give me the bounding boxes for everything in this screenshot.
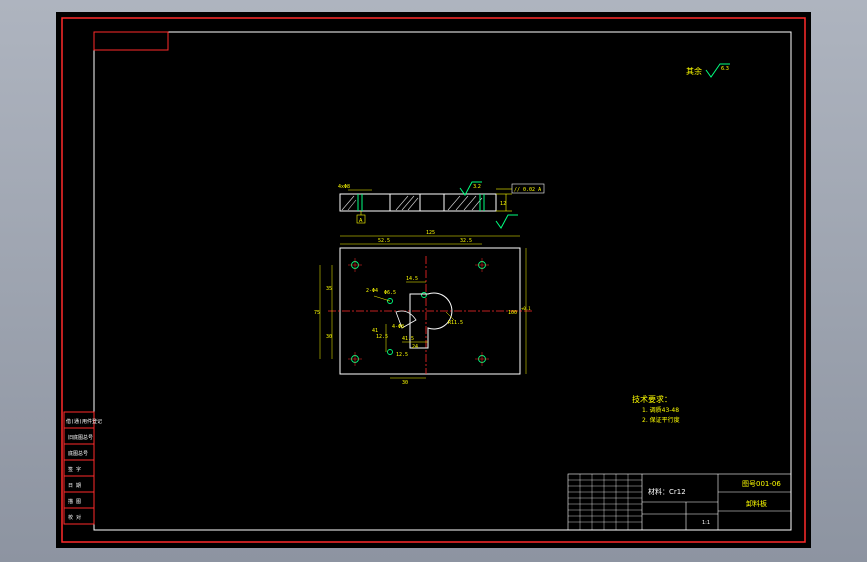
scale-value: 1:1 <box>702 520 710 526</box>
section-view: 4xΦ8 A 3.2 // 0.02 A 12 <box>338 181 545 229</box>
side-row: 签 字 <box>68 466 81 473</box>
dim-total-height: 75 <box>314 310 320 316</box>
side-row: 校 对 <box>68 514 81 521</box>
dim-e: 41.5 <box>402 336 414 342</box>
side-row: 旧底图总号 <box>68 434 93 441</box>
dim-top-step: 14.5 <box>406 276 418 282</box>
side-row: 日 期 <box>68 483 81 489</box>
material-label: 材料：Cr12 <box>648 487 686 496</box>
dim-hole-dia: Φ6.5 <box>384 290 396 296</box>
finish-value: 6.3 <box>721 66 729 72</box>
datum-label: A <box>359 218 363 224</box>
dim-radius: R11.5 <box>448 320 463 326</box>
plan-view: 125 52.5 32.5 35 75 30 100 +0.1 2-Φ4 Φ6.… <box>314 230 532 386</box>
finish-label: 其余 <box>686 66 702 76</box>
side-row: 底图总号 <box>68 450 88 457</box>
dim-holes: 2-Φ4 <box>366 288 378 294</box>
side-row: 描 图 <box>68 498 81 505</box>
thickness-dim: 12 <box>500 201 506 207</box>
technical-requirements: 技术要求： 1. 调质43-48 2. 保证平行度 <box>632 394 680 424</box>
dim-right-height: 100 <box>508 310 517 316</box>
side-row: 借(通)用件登记 <box>66 418 102 425</box>
tech-item: 1. 调质43-48 <box>642 406 679 414</box>
part-name: 卸料板 <box>746 499 767 508</box>
tolerance-frame: // 0.02 A <box>514 187 541 193</box>
tech-title: 技术要求： <box>632 394 672 404</box>
dim-bottom: 30 <box>402 380 408 386</box>
section-finish: 3.2 <box>473 184 481 190</box>
dim-inner: 24 <box>412 344 418 350</box>
dim-overall-width: 125 <box>426 230 435 236</box>
corner-box <box>93 31 169 51</box>
drawing-number: 图号001-06 <box>742 480 781 488</box>
dim-d: 12.5 <box>376 334 388 340</box>
dim-left-height: 35 <box>326 286 332 292</box>
surface-finish: 其余 6.3 <box>686 63 730 78</box>
drawing-canvas: 借(通)用件登记 旧底图总号 底图总号 签 字 日 期 描 图 校 对 其余 6… <box>61 17 806 543</box>
dim-lower: 30 <box>326 334 332 340</box>
dim-right-tol: +0.1 <box>521 306 531 311</box>
dim-left: 52.5 <box>378 238 390 244</box>
tech-item: 2. 保证平行度 <box>642 416 680 424</box>
inner-frame <box>93 31 792 531</box>
cad-viewport[interactable]: 借(通)用件登记 旧底图总号 底图总号 签 字 日 期 描 图 校 对 其余 6… <box>56 12 811 548</box>
dim-right: 32.5 <box>460 238 472 244</box>
outer-frame <box>61 17 806 543</box>
dim-small: 12.5 <box>396 352 408 358</box>
hole-callout: 4xΦ8 <box>338 184 350 190</box>
dim-slot: 4-Φ8 <box>392 324 404 330</box>
